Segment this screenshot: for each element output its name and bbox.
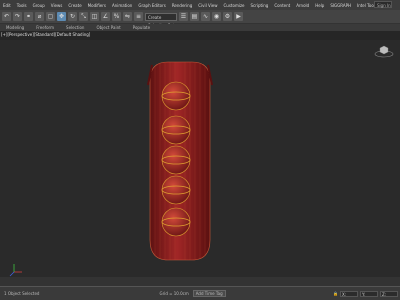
sphere-5 [161,207,191,237]
sign-in-field[interactable]: Sign In [374,1,392,8]
main-toolbar: ↶ ↷ ⚭ ⌀ ▢ ✥ ↻ ⤡ ◫ ∠ % ⇋ ≡ Create Selecti… [0,10,400,28]
menu-item-edit[interactable]: Edit [0,3,14,8]
sphere-4 [161,175,191,205]
sphere-1 [161,81,191,111]
menu-item-create[interactable]: Create [65,3,84,8]
menu-item-tools[interactable]: Tools [14,3,30,8]
model-render [9,61,213,277]
redo-icon[interactable]: ↷ [13,12,22,21]
axis-tripod-icon [9,264,22,277]
link-icon[interactable]: ⚭ [24,12,33,21]
menu-item-civil-view[interactable]: Civil View [195,3,220,8]
ribbon-tab-freeform[interactable]: Freeform [30,25,60,30]
lock-icon[interactable]: 🔒 [333,291,338,296]
viewport-label[interactable]: [+][Perspective][Standard][Default Shadi… [0,32,90,40]
spheres [161,81,191,237]
mirror-icon[interactable]: ⇋ [123,12,132,21]
material-editor-icon[interactable]: ◉ [212,12,221,21]
scale-icon[interactable]: ⤡ [79,12,88,21]
ribbon-tabs: Modeling Freeform Selection Object Paint Pop… [0,24,400,31]
render-icon[interactable]: ▶ [234,12,243,21]
move-icon[interactable]: ✥ [57,12,66,21]
percent-snap-icon[interactable]: % [112,12,121,21]
rotate-icon[interactable]: ↻ [68,12,77,21]
menu-item-siggraph[interactable]: SIGGRAPH [327,3,354,8]
sphere-2 [161,115,191,145]
add-time-tag-button[interactable]: Add Time Tag [192,290,226,297]
selection-set-dropdown[interactable]: Create Selection Set [145,12,177,28]
coord-x[interactable]: X: [340,290,358,297]
snap-icon[interactable]: ◫ [90,12,99,21]
menu-item-customize[interactable]: Customize [221,3,248,8]
layer-icon[interactable]: ▤ [190,12,199,21]
perspective-viewport[interactable] [0,40,400,287]
menu-item-group[interactable]: Group [30,3,48,8]
render-setup-icon[interactable]: ⚙ [223,12,232,21]
menu-item-animation[interactable]: Animation [109,3,135,8]
ribbon-tab-populate[interactable]: Populate [127,25,156,30]
menu-item-help[interactable]: Help [312,3,327,8]
grid-status: Grid = 10.0cm [159,291,189,296]
angle-snap-icon[interactable]: ∠ [101,12,110,21]
sphere-3 [161,145,191,175]
menu-item-scripting[interactable]: Scripting [248,3,272,8]
menu-item-content[interactable]: Content [271,3,293,8]
ribbon-tab-object-paint[interactable]: Object Paint [90,25,126,30]
coord-y[interactable]: Y: [360,290,378,297]
scene-explorer-icon[interactable]: ☰ [179,12,188,21]
menu-item-arnold[interactable]: Arnold [293,3,312,8]
viewcube-icon[interactable] [374,44,394,58]
menu-item-modifiers[interactable]: Modifiers [85,3,109,8]
menu-item-views[interactable]: Views [48,3,66,8]
ribbon-tab-modeling[interactable]: Modeling [0,25,30,30]
menu-item-rendering[interactable]: Rendering [169,3,195,8]
select-icon[interactable]: ▢ [46,12,55,21]
status-bar: 1 Object Selected Grid = 10.0cm Add Time… [0,286,400,300]
ribbon-tab-selection[interactable]: Selection [60,25,90,30]
menu-bar: Edit Tools Group Views Create Modifiers Animat… [0,0,400,10]
unlink-icon[interactable]: ⌀ [35,12,44,21]
coordinate-fields: 🔒 X: Y: Z: [333,290,398,297]
curve-editor-icon[interactable]: ∿ [201,12,210,21]
menu-item-graph-editors[interactable]: Graph Editors [135,3,168,8]
selection-status: 1 Object Selected [4,291,40,296]
undo-icon[interactable]: ↶ [2,12,11,21]
align-icon[interactable]: ≡ [134,12,143,21]
coord-z[interactable]: Z: [380,290,398,297]
